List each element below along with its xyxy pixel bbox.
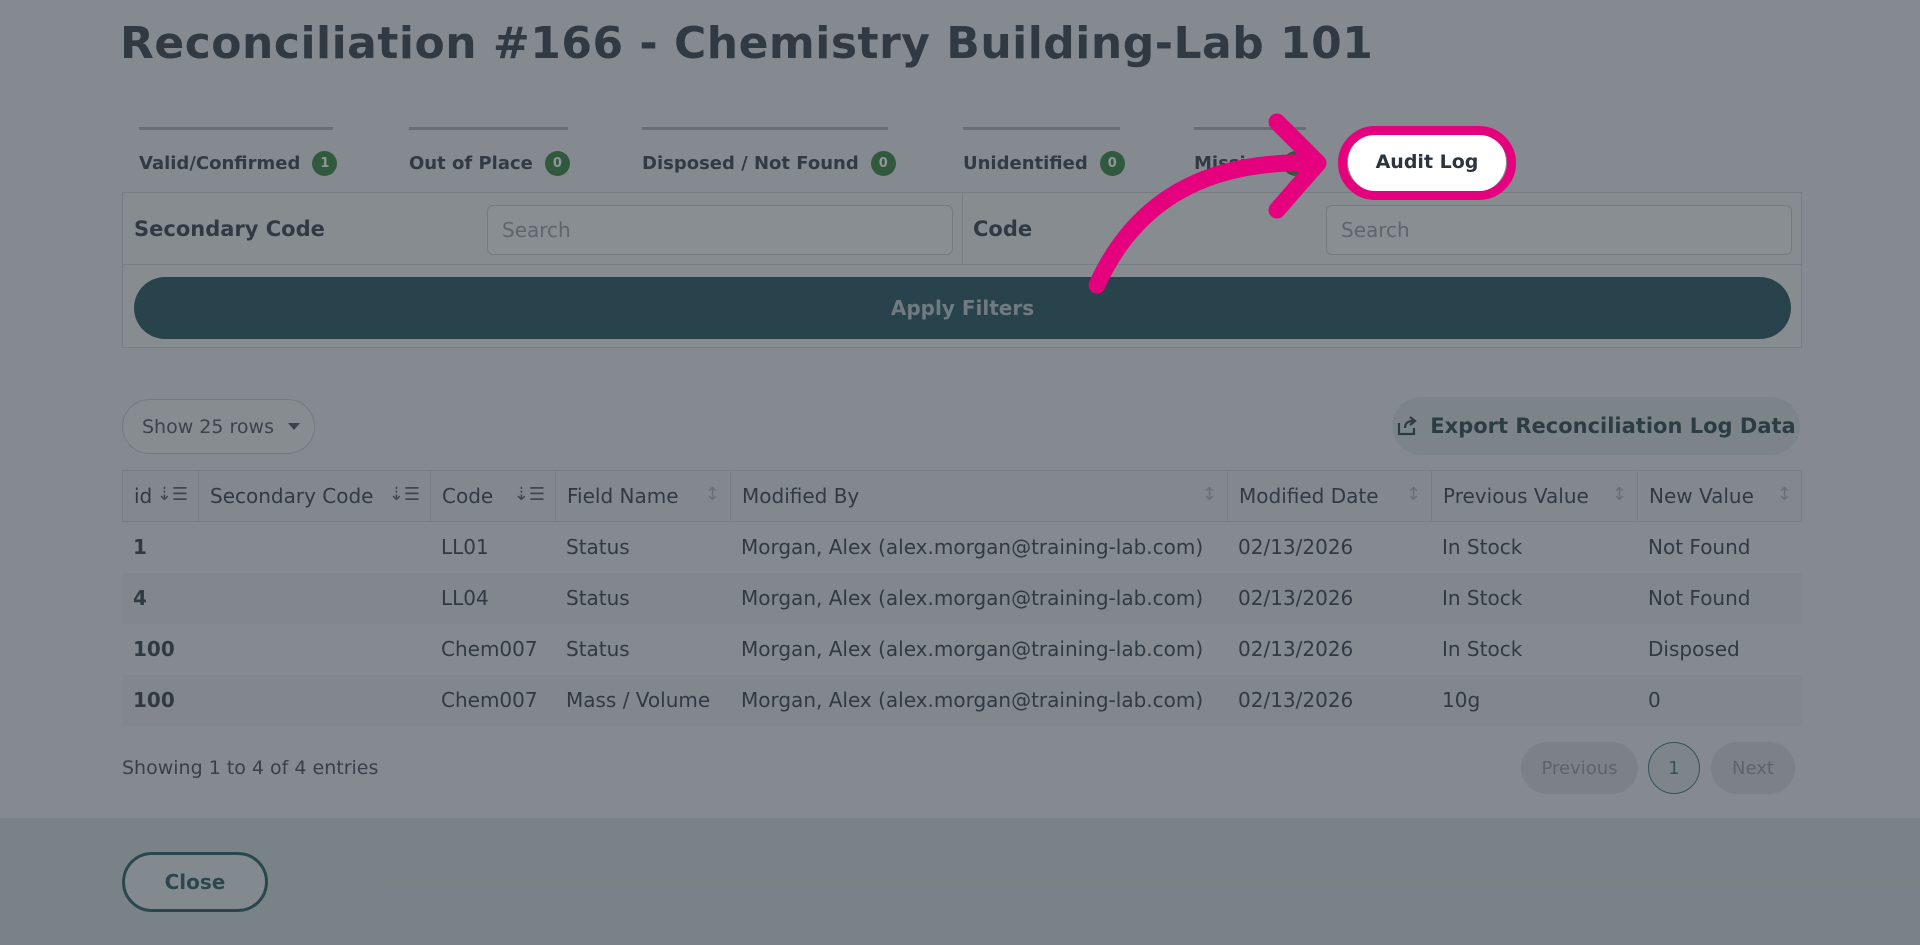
- cell-id: 100: [133, 637, 175, 661]
- filter-divider: [962, 193, 963, 265]
- table-row: 100 Chem007 Status Morgan, Alex (alex.mo…: [122, 624, 1802, 675]
- code-label: Code: [973, 217, 1033, 241]
- count-badge: 1: [312, 151, 338, 176]
- sort-both-icon: ↕: [1201, 484, 1217, 505]
- cell-field-name: Status: [566, 535, 630, 559]
- tab-valid-confirmed[interactable]: Valid/Confirmed 1: [139, 127, 338, 177]
- cell-field-name: Status: [566, 637, 630, 661]
- cell-new-value: 0: [1648, 688, 1661, 712]
- tab-unidentified[interactable]: Unidentified 0: [963, 127, 1125, 177]
- cell-id: 1: [133, 535, 147, 559]
- page-1-button[interactable]: 1: [1648, 742, 1700, 794]
- cell-modified-by: Morgan, Alex (alex.morgan@training-lab.c…: [741, 586, 1204, 610]
- cell-secondary-code: [198, 573, 209, 624]
- column-header-modified-date[interactable]: Modified Date ↕: [1228, 471, 1432, 521]
- cell-modified-date: 02/13/2026: [1238, 637, 1354, 661]
- cell-modified-date: 02/13/2026: [1238, 535, 1354, 559]
- cell-modified-by: Morgan, Alex (alex.morgan@training-lab.c…: [741, 637, 1204, 661]
- column-header-new-value[interactable]: New Value ↕: [1638, 471, 1802, 521]
- cell-secondary-code: [198, 624, 209, 675]
- sort-both-icon: ↕: [1405, 484, 1421, 505]
- cell-modified-date: 02/13/2026: [1238, 586, 1354, 610]
- caret-down-icon: [287, 423, 300, 430]
- table-row: 4 LL04 Status Morgan, Alex (alex.morgan@…: [122, 573, 1802, 624]
- count-badge: 0: [870, 151, 896, 176]
- cell-new-value: Disposed: [1648, 637, 1740, 661]
- export-log-button[interactable]: Export Reconciliation Log Data: [1392, 397, 1800, 455]
- cell-id: 100: [133, 688, 175, 712]
- tab-audit-log[interactable]: Audit Log: [1348, 132, 1506, 192]
- column-header-previous-value[interactable]: Previous Value ↕: [1432, 471, 1638, 521]
- cell-modified-date: 02/13/2026: [1238, 688, 1354, 712]
- filter-panel: Secondary Code Code Apply Filters: [122, 192, 1802, 348]
- cell-previous-value: In Stock: [1442, 637, 1523, 661]
- tab-label: Out of Place: [409, 153, 533, 174]
- cell-secondary-code: [198, 522, 209, 573]
- modal-footer: Close: [0, 818, 1920, 945]
- sort-asc-icon: ⇣☰: [513, 484, 545, 505]
- column-header-field-name[interactable]: Field Name ↕: [556, 471, 731, 521]
- column-header-modified-by[interactable]: Modified By ↕: [731, 471, 1228, 521]
- count-badge: 0: [1283, 151, 1306, 176]
- sort-asc-icon: ⇣☰: [388, 484, 420, 505]
- tab-missing[interactable]: Missing 0: [1194, 127, 1306, 177]
- close-button[interactable]: Close: [122, 852, 268, 912]
- sort-both-icon: ↕: [1776, 484, 1792, 505]
- entries-summary: Showing 1 to 4 of 4 entries: [122, 757, 379, 779]
- cell-new-value: Not Found: [1648, 586, 1751, 610]
- code-search-input[interactable]: [1326, 205, 1792, 255]
- cell-id: 4: [133, 586, 147, 610]
- cell-code: LL04: [441, 586, 489, 610]
- column-header-id[interactable]: id ⇣☰: [123, 471, 199, 521]
- secondary-code-search-input[interactable]: [487, 205, 953, 255]
- tab-disposed-not-found[interactable]: Disposed / Not Found 0: [642, 127, 896, 177]
- next-page-button[interactable]: Next: [1711, 742, 1795, 794]
- column-header-code[interactable]: Code ⇣☰: [431, 471, 556, 521]
- cell-modified-by: Morgan, Alex (alex.morgan@training-lab.c…: [741, 688, 1204, 712]
- sort-both-icon: ↕: [704, 484, 720, 505]
- column-header-secondary-code[interactable]: Secondary Code ⇣☰: [199, 471, 431, 521]
- rows-per-page-select[interactable]: Show 25 rows: [122, 399, 315, 454]
- sort-both-icon: ↕: [1611, 484, 1627, 505]
- tab-label: Unidentified: [963, 153, 1088, 174]
- export-label: Export Reconciliation Log Data: [1430, 414, 1796, 438]
- filter-row: Secondary Code Code: [123, 193, 1801, 265]
- cell-previous-value: In Stock: [1442, 586, 1523, 610]
- tab-label: Missing: [1194, 153, 1272, 174]
- cell-code: Chem007: [441, 637, 538, 661]
- export-icon: [1398, 416, 1418, 436]
- count-badge: 0: [1099, 151, 1125, 176]
- secondary-code-label: Secondary Code: [134, 217, 325, 241]
- previous-page-button[interactable]: Previous: [1521, 742, 1638, 794]
- cell-code: Chem007: [441, 688, 538, 712]
- cell-field-name: Mass / Volume: [566, 688, 711, 712]
- count-badge: 0: [544, 151, 570, 176]
- reconciliation-modal: Reconciliation #166 - Chemistry Building…: [0, 0, 1920, 945]
- cell-secondary-code: [198, 675, 209, 726]
- table-header: id ⇣☰ Secondary Code ⇣☰ Code ⇣☰ Field Na…: [122, 470, 1802, 522]
- tab-out-of-place[interactable]: Out of Place 0: [409, 127, 570, 177]
- cell-code: LL01: [441, 535, 489, 559]
- cell-field-name: Status: [566, 586, 630, 610]
- page-title: Reconciliation #166 - Chemistry Building…: [120, 18, 1374, 69]
- cell-previous-value: 10g: [1442, 688, 1481, 712]
- cell-new-value: Not Found: [1648, 535, 1751, 559]
- audit-log-table: id ⇣☰ Secondary Code ⇣☰ Code ⇣☰ Field Na…: [122, 470, 1802, 726]
- tab-label: Disposed / Not Found: [642, 153, 859, 174]
- table-row: 1 LL01 Status Morgan, Alex (alex.morgan@…: [122, 522, 1802, 573]
- rows-per-page-value: Show 25 rows: [142, 415, 274, 438]
- apply-filters-button[interactable]: Apply Filters: [134, 277, 1791, 339]
- cell-modified-by: Morgan, Alex (alex.morgan@training-lab.c…: [741, 535, 1204, 559]
- tab-label: Valid/Confirmed: [139, 153, 301, 174]
- cell-previous-value: In Stock: [1442, 535, 1523, 559]
- table-row: 100 Chem007 Mass / Volume Morgan, Alex (…: [122, 675, 1802, 726]
- sort-asc-icon: ⇣☰: [156, 484, 188, 505]
